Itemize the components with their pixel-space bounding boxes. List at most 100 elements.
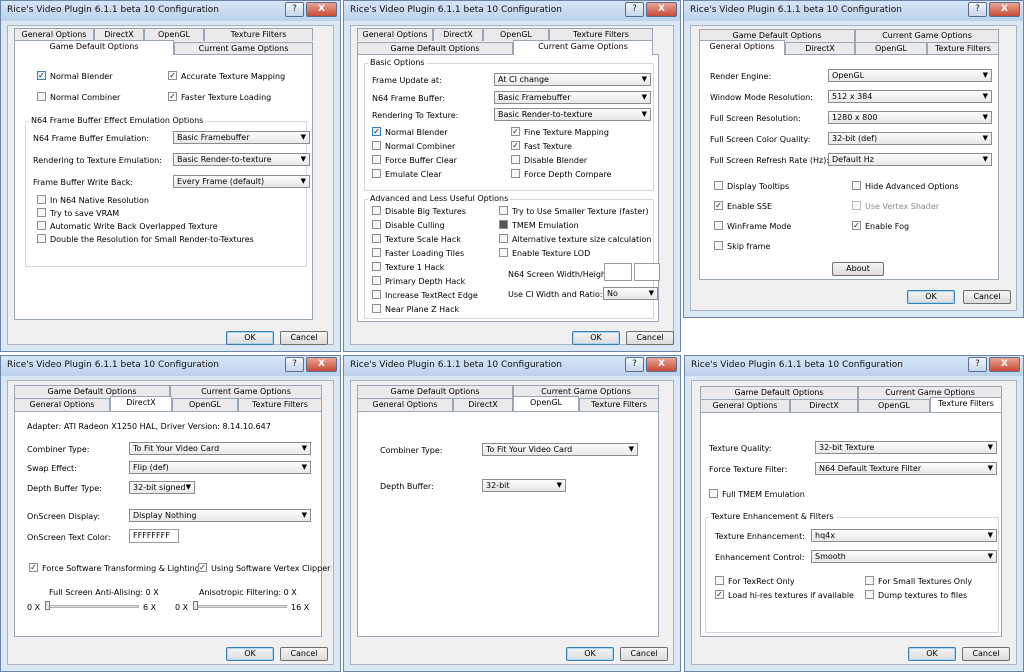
close-button[interactable]: X [646,357,677,372]
disable-blender-checkbox[interactable] [511,155,520,164]
cancel-button[interactable]: Cancel [280,331,328,345]
near-plane-checkbox[interactable] [372,304,381,313]
title-bar[interactable]: Rice's Video Plugin 6.1.1 beta 10 Config… [1,356,340,376]
force-filter-dropdown[interactable]: N64 Default Texture Filter ▼ [815,462,997,475]
n64-native-checkbox[interactable] [37,195,46,204]
rtt-emulation-dropdown[interactable]: Basic Render-to-texture ▼ [173,153,310,166]
tab-current-game-options[interactable]: Current Game Options [855,29,999,42]
full-tmem-checkbox[interactable] [709,489,718,498]
normal-blender-checkbox[interactable]: ✓ [37,71,46,80]
fb-emulation-dropdown[interactable]: Basic Framebuffer ▼ [173,131,310,144]
title-bar[interactable]: Rice's Video Plugin 6.1.1 beta 10 Config… [685,356,1023,376]
tab-game-default-options[interactable]: Game Default Options [700,386,858,399]
ok-button[interactable]: OK [566,647,614,661]
ci-width-dropdown[interactable]: No ▼ [603,287,658,300]
title-bar[interactable]: Rice's Video Plugin 6.1.1 beta 10 Config… [344,356,680,376]
normal-blender-checkbox[interactable]: ✓ [372,127,381,136]
fast-texture-checkbox[interactable]: ✓ [511,141,520,150]
cancel-button[interactable]: Cancel [626,331,674,345]
tab-directx[interactable]: DirectX [433,28,483,41]
help-button[interactable]: ? [968,357,987,372]
for-small-textures-checkbox[interactable] [865,576,874,585]
cancel-button[interactable]: Cancel [962,647,1010,661]
force-depth-checkbox[interactable] [511,169,520,178]
texture-enhancement-dropdown[interactable]: hq4x ▼ [811,529,997,542]
tab-texture-filters[interactable]: Texture Filters [930,397,1002,412]
depth-buffer-dropdown[interactable]: 32-bit ▼ [482,479,566,492]
title-bar[interactable]: Rice's Video Plugin 6.1.1 beta 10 Config… [344,1,680,21]
close-button[interactable]: X [989,357,1020,372]
tab-game-default-options[interactable]: Game Default Options [14,40,174,55]
load-hires-checkbox[interactable]: ✓ [715,590,724,599]
ok-button[interactable]: OK [226,647,274,661]
force-sw-tl-checkbox[interactable]: ✓ [29,563,38,572]
tab-directx[interactable]: DirectX [453,398,513,411]
tab-texture-filters[interactable]: Texture Filters [579,398,659,411]
depth-buffer-type-dropdown[interactable]: 32-bit signed ▼ [129,481,195,494]
help-button[interactable]: ? [625,2,644,17]
cancel-button[interactable]: Cancel [280,647,328,661]
tab-current-game-options[interactable]: Current Game Options [170,385,322,398]
enhancement-control-dropdown[interactable]: Smooth ▼ [811,550,997,563]
writeback-dropdown[interactable]: Every Frame (default) ▼ [173,175,310,188]
refresh-rate-dropdown[interactable]: Default Hz ▼ [828,153,992,166]
tab-general-options[interactable]: General Options [699,40,785,55]
color-quality-dropdown[interactable]: 32-bit (def) ▼ [828,132,992,145]
window-resolution-dropdown[interactable]: 512 x 384 ▼ [828,90,992,103]
tmem-emulation-checkbox[interactable] [499,220,508,229]
tab-texture-filters[interactable]: Texture Filters [238,398,322,411]
antialiasing-slider-thumb[interactable] [45,601,50,610]
tab-general-options[interactable]: General Options [357,28,433,41]
onscreen-display-dropdown[interactable]: Display Nothing ▼ [129,509,311,522]
screen-height-input[interactable] [634,263,660,281]
render-engine-dropdown[interactable]: OpenGL ▼ [828,69,992,82]
about-button[interactable]: About [832,262,884,276]
disable-culling-checkbox[interactable] [372,220,381,229]
enable-fog-checkbox[interactable]: ✓ [852,221,861,230]
normal-combiner-checkbox[interactable] [372,141,381,150]
accurate-texture-checkbox[interactable]: ✓ [168,71,177,80]
faster-loading-tiles-checkbox[interactable] [372,248,381,257]
tab-opengl[interactable]: OpenGL [858,399,930,412]
close-button[interactable]: X [989,2,1020,17]
vertex-shader-checkbox[interactable] [852,201,861,210]
anisotropic-slider-thumb[interactable] [193,601,198,610]
tab-directx[interactable]: DirectX [790,399,858,412]
tab-texture-filters[interactable]: Texture Filters [204,28,313,41]
force-buffer-clear-checkbox[interactable] [372,155,381,164]
ok-button[interactable]: OK [226,331,274,345]
title-bar[interactable]: Rice's Video Plugin 6.1.1 beta 10 Config… [684,1,1023,21]
help-button[interactable]: ? [285,2,304,17]
auto-writeback-checkbox[interactable] [37,221,46,230]
n64-framebuffer-dropdown[interactable]: Basic Framebuffer ▼ [494,91,651,104]
cancel-button[interactable]: Cancel [620,647,668,661]
close-button[interactable]: X [306,2,337,17]
sw-vertex-clipper-checkbox[interactable]: ✓ [198,563,207,572]
increase-textrect-checkbox[interactable] [372,290,381,299]
onscreen-color-input[interactable]: FFFFFFFF [129,529,179,543]
tab-general-options[interactable]: General Options [700,399,790,412]
close-button[interactable]: X [646,2,677,17]
tab-opengl[interactable]: OpenGL [513,396,579,411]
enable-lod-checkbox[interactable] [499,248,508,257]
skip-frame-checkbox[interactable] [714,241,723,250]
title-bar[interactable]: Rice's Video Plugin 6.1.1 beta 10 Config… [1,1,340,21]
faster-loading-checkbox[interactable]: ✓ [168,92,177,101]
antialiasing-slider[interactable] [45,605,139,608]
texture1-hack-checkbox[interactable] [372,262,381,271]
help-button[interactable]: ? [625,357,644,372]
emulate-clear-checkbox[interactable] [372,169,381,178]
enable-sse-checkbox[interactable]: ✓ [714,201,723,210]
tab-directx[interactable]: DirectX [110,396,172,411]
tab-general-options[interactable]: General Options [357,398,453,411]
for-texrect-checkbox[interactable] [715,576,724,585]
smaller-texture-checkbox[interactable] [499,206,508,215]
close-button[interactable]: X [306,357,337,372]
disable-big-textures-checkbox[interactable] [372,206,381,215]
hide-advanced-checkbox[interactable] [852,181,861,190]
combiner-type-dropdown[interactable]: To Fit Your Video Card ▼ [482,443,638,456]
ok-button[interactable]: OK [572,331,620,345]
dump-textures-checkbox[interactable] [865,590,874,599]
tab-game-default-options[interactable]: Game Default Options [357,385,513,398]
texture-scale-checkbox[interactable] [372,234,381,243]
